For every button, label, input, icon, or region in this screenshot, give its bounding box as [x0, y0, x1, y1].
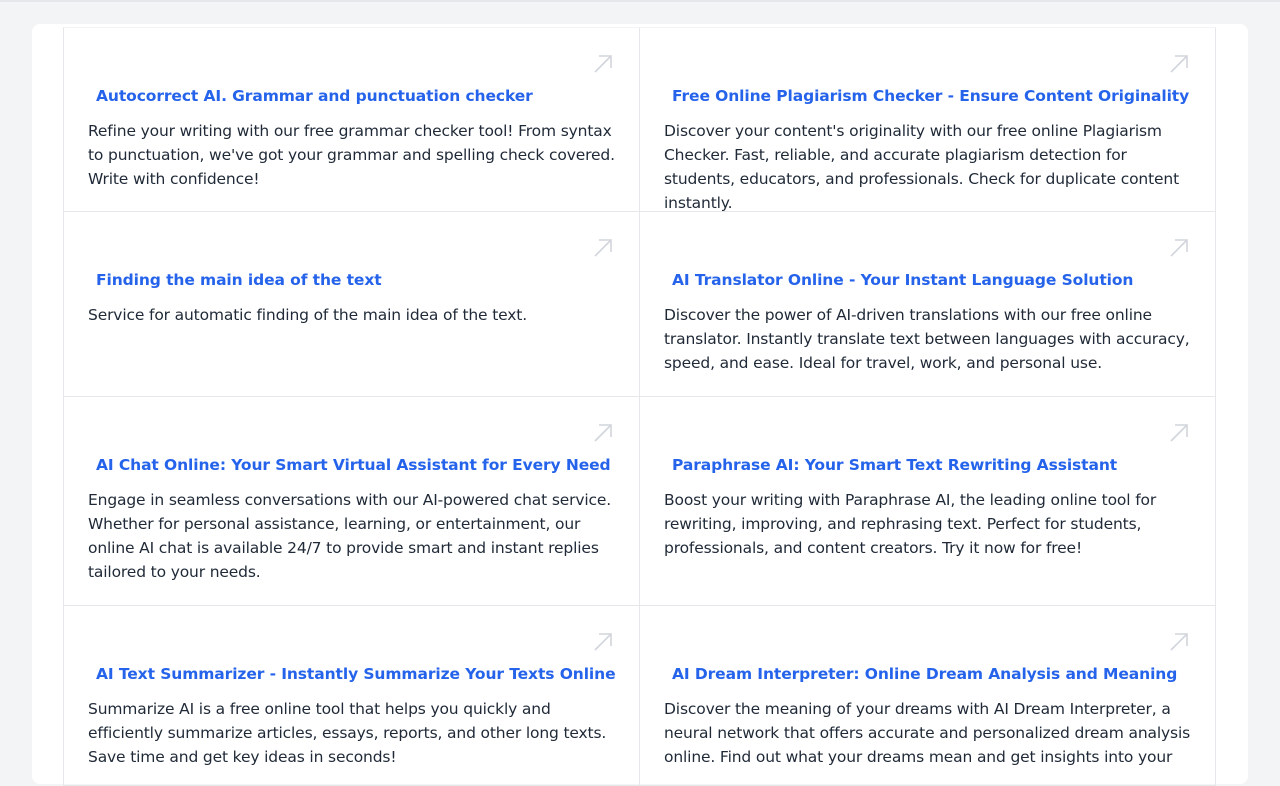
tool-card[interactable]: Paraphrase AI: Your Smart Text Rewriting…: [640, 397, 1216, 606]
tool-card-title[interactable]: Free Online Plagiarism Checker - Ensure …: [672, 87, 1189, 105]
arrow-up-right-icon: [1170, 633, 1188, 651]
tool-card-title[interactable]: Finding the main idea of the text: [96, 271, 382, 289]
arrow-up-right-icon: [1170, 424, 1188, 442]
arrow-up-right-icon: [594, 424, 612, 442]
tool-card[interactable]: Finding the main idea of the text Servic…: [63, 212, 640, 397]
arrow-up-right-icon: [594, 55, 612, 73]
tool-card-title[interactable]: AI Text Summarizer - Instantly Summarize…: [96, 665, 616, 683]
tool-card-description: Refine your writing with our free gramma…: [88, 122, 615, 188]
tool-card-description: Discover your content's originality with…: [664, 122, 1180, 212]
tool-card-description: Summarize AI is a free online tool that …: [88, 700, 607, 766]
tool-card[interactable]: AI Chat Online: Your Smart Virtual Assis…: [63, 397, 640, 606]
tool-card[interactable]: AI Translator Online - Your Instant Lang…: [640, 212, 1216, 397]
tools-grid: Autocorrect AI. Grammar and punctuation …: [63, 27, 1216, 786]
tool-card-title[interactable]: Paraphrase AI: Your Smart Text Rewriting…: [672, 456, 1117, 474]
tool-card-description: Engage in seamless conversations with ou…: [88, 491, 612, 581]
tool-card[interactable]: AI Dream Interpreter: Online Dream Analy…: [640, 606, 1216, 786]
tool-card[interactable]: Free Online Plagiarism Checker - Ensure …: [640, 27, 1216, 212]
tool-card-title[interactable]: AI Chat Online: Your Smart Virtual Assis…: [96, 456, 611, 474]
arrow-up-right-icon: [1170, 239, 1188, 257]
tool-card-title[interactable]: AI Dream Interpreter: Online Dream Analy…: [672, 665, 1177, 683]
tool-card-title[interactable]: Autocorrect AI. Grammar and punctuation …: [96, 87, 533, 105]
tool-card-description: Discover the power of AI-driven translat…: [664, 306, 1190, 372]
tool-card-description: Service for automatic finding of the mai…: [88, 306, 527, 324]
tool-card-title[interactable]: AI Translator Online - Your Instant Lang…: [672, 271, 1133, 289]
tool-card[interactable]: Autocorrect AI. Grammar and punctuation …: [63, 27, 640, 212]
arrow-up-right-icon: [594, 239, 612, 257]
tool-card-description: Boost your writing with Paraphrase AI, t…: [664, 491, 1157, 557]
tool-card[interactable]: AI Text Summarizer - Instantly Summarize…: [63, 606, 640, 786]
top-divider: [0, 0, 1280, 2]
arrow-up-right-icon: [594, 633, 612, 651]
tool-card-description: Discover the meaning of your dreams with…: [664, 700, 1191, 766]
arrow-up-right-icon: [1170, 55, 1188, 73]
tools-panel: Autocorrect AI. Grammar and punctuation …: [32, 24, 1248, 786]
